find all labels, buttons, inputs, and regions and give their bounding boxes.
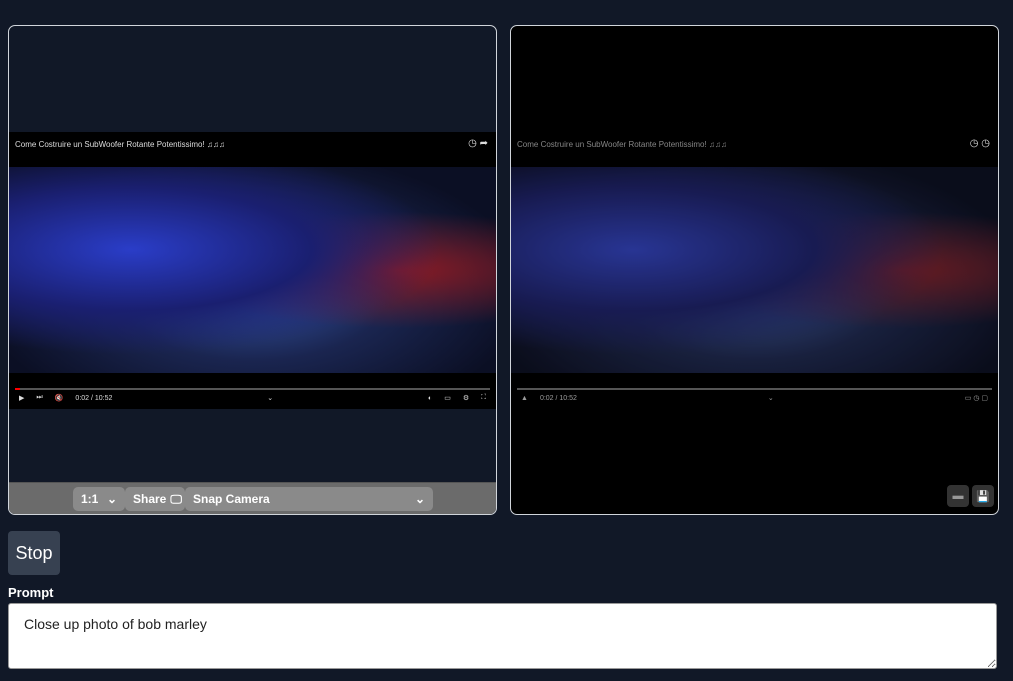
source-toolbar: 1:1 ⌄ Share 🖵 Snap Camera ⌄ bbox=[9, 482, 496, 514]
output-video: Come Costruire un SubWoofer Rotante Pote… bbox=[511, 132, 998, 409]
webcam-video[interactable]: Come Costruire un SubWoofer Rotante Pote… bbox=[9, 132, 496, 409]
chevron-down-icon[interactable]: ⌄ bbox=[267, 394, 273, 402]
next-icon[interactable]: ⏭ bbox=[36, 394, 42, 402]
fullscreen-icon[interactable]: ⛶ bbox=[481, 394, 486, 402]
input-video-panel: Come Costruire un SubWoofer Rotante Pote… bbox=[8, 25, 497, 515]
autoplay-toggle[interactable]: ◐ bbox=[428, 395, 432, 402]
controls-icons: ▭ ◷ ▢ bbox=[964, 395, 988, 402]
ratio-select[interactable]: 1:1 ⌄ bbox=[73, 487, 125, 511]
save-icon[interactable]: 💾 bbox=[972, 485, 994, 507]
monitor-icon: 🖵 bbox=[170, 491, 182, 506]
video-time: 0:02 / 10:52 bbox=[539, 394, 577, 402]
stop-button[interactable]: Stop bbox=[8, 531, 60, 575]
mute-icon[interactable]: 🔇 bbox=[55, 394, 64, 402]
play-icon: ▲ bbox=[521, 394, 528, 402]
video-progress-bar[interactable] bbox=[15, 388, 490, 390]
share-screen-button[interactable]: Share 🖵 bbox=[125, 487, 185, 511]
settings-icon[interactable]: ⚙ bbox=[463, 394, 469, 402]
subtitles-icon[interactable]: ▭ bbox=[444, 394, 451, 402]
play-icon[interactable]: ▶ bbox=[19, 394, 24, 402]
chevron-icon: ⌄ bbox=[767, 395, 774, 402]
camera-select[interactable]: Snap Camera ⌄ bbox=[185, 487, 433, 511]
video-title: Come Costruire un SubWoofer Rotante Pote… bbox=[15, 140, 225, 149]
prompt-label: Prompt bbox=[8, 585, 54, 600]
fullscreen-window-icon[interactable]: ▬ bbox=[947, 485, 969, 507]
output-video-panel: Come Costruire un SubWoofer Rotante Pote… bbox=[510, 25, 999, 515]
prompt-input[interactable]: Close up photo of bob marley bbox=[8, 603, 997, 669]
video-frame bbox=[9, 167, 496, 373]
generated-frame bbox=[511, 167, 998, 373]
watch-later-share-icons: ◷ ◷ bbox=[969, 138, 990, 149]
watch-later-share-icons[interactable]: ◷ ➦ bbox=[468, 138, 488, 149]
video-title: Come Costruire un SubWoofer Rotante Pote… bbox=[517, 140, 727, 149]
video-time: 0:02 / 10:52 bbox=[75, 394, 113, 402]
